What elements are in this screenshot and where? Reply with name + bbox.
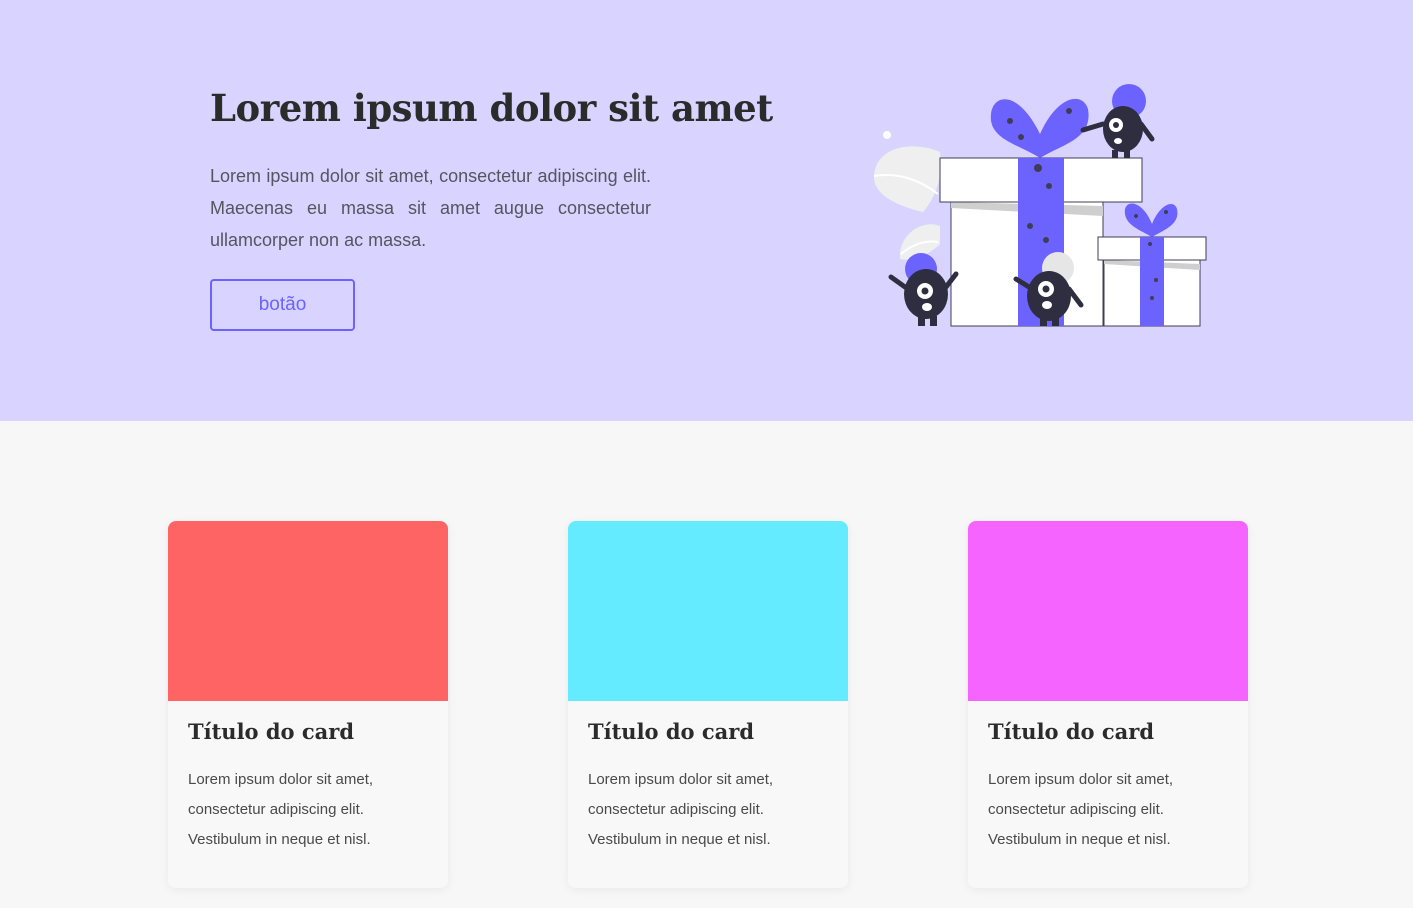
hero-title: Lorem ipsum dolor sit amet (210, 86, 773, 130)
card-title: Título do card (988, 719, 1155, 744)
gift-boxes-illustration (873, 84, 1207, 327)
card-title: Título do card (588, 719, 755, 744)
card: Título do card Lorem ipsum dolor sit ame… (168, 521, 448, 888)
card-title: Título do card (188, 719, 355, 744)
cards-section: Título do card Lorem ipsum dolor sit ame… (0, 421, 1413, 908)
hero-description: Lorem ipsum dolor sit amet, consectetur … (210, 166, 651, 250)
card-text: Lorem ipsum dolor sit amet, consectetur … (988, 771, 1174, 848)
hero-button[interactable]: botão (210, 279, 355, 331)
card-text: Lorem ipsum dolor sit amet, consectetur … (188, 771, 374, 848)
card: Título do card Lorem ipsum dolor sit ame… (968, 521, 1248, 888)
card-image (568, 521, 848, 701)
card: Título do card Lorem ipsum dolor sit ame… (568, 521, 848, 888)
card-text: Lorem ipsum dolor sit amet, consectetur … (588, 771, 774, 848)
card-image (168, 521, 448, 701)
hero-section: Lorem ipsum dolor sit amet Lorem ipsum d… (0, 0, 1413, 421)
card-image (968, 521, 1248, 701)
